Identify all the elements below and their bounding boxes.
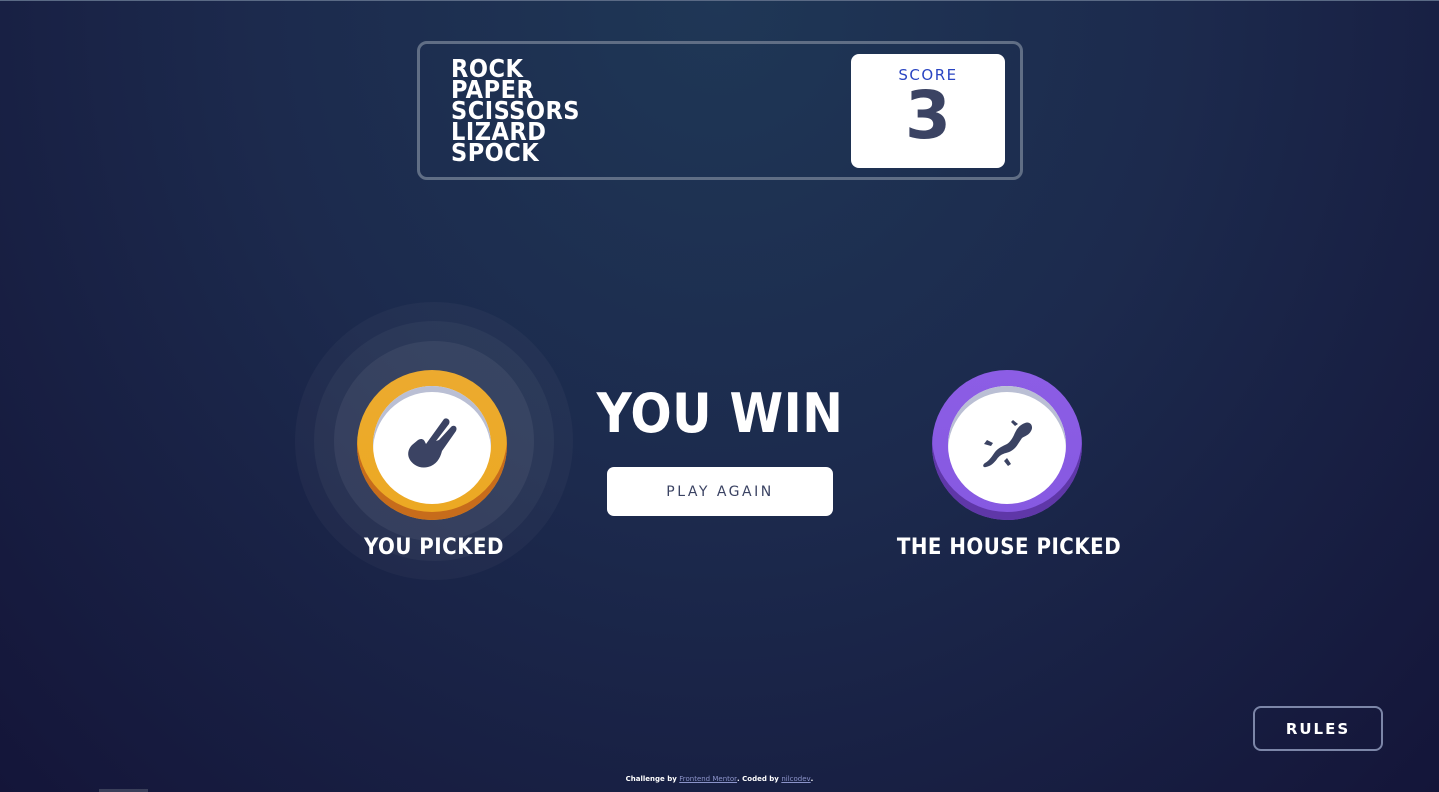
score-value: 3 [905,77,951,154]
result-text: YOU WIN [596,382,844,445]
lizard-icon [983,420,1033,468]
scissors-icon [408,418,457,468]
author-link[interactable]: nilcodev [781,775,810,783]
footer-middle: . Coded by [737,775,779,783]
rules-button[interactable]: RULES [1253,706,1383,751]
game-title: ROCK PAPER SCISSORS LIZARD SPOCK [451,56,580,167]
player-choice-token [357,370,507,520]
play-again-button[interactable]: PLAY AGAIN [607,467,833,516]
house-pick-label: THE HOUSE PICKED [896,535,1122,560]
house-choice-token [932,370,1082,520]
game-header: ROCK PAPER SCISSORS LIZARD SPOCK SCORE 3 [417,41,1023,180]
footer-suffix: . [810,775,814,783]
frontend-mentor-link[interactable]: Frontend Mentor [679,775,737,783]
title-line-spock: SPOCK [451,138,540,167]
house-pick: THE HOUSE PICKED [870,302,1148,580]
player-pick: YOU PICKED [295,302,573,580]
player-pick-label: YOU PICKED [363,535,504,560]
footer-prefix: Challenge by [625,775,677,783]
top-border-line [0,0,1439,1]
attribution-footer: Challenge by Frontend Mentor. Coded by n… [0,775,1439,783]
score-box: SCORE 3 [851,54,1005,168]
